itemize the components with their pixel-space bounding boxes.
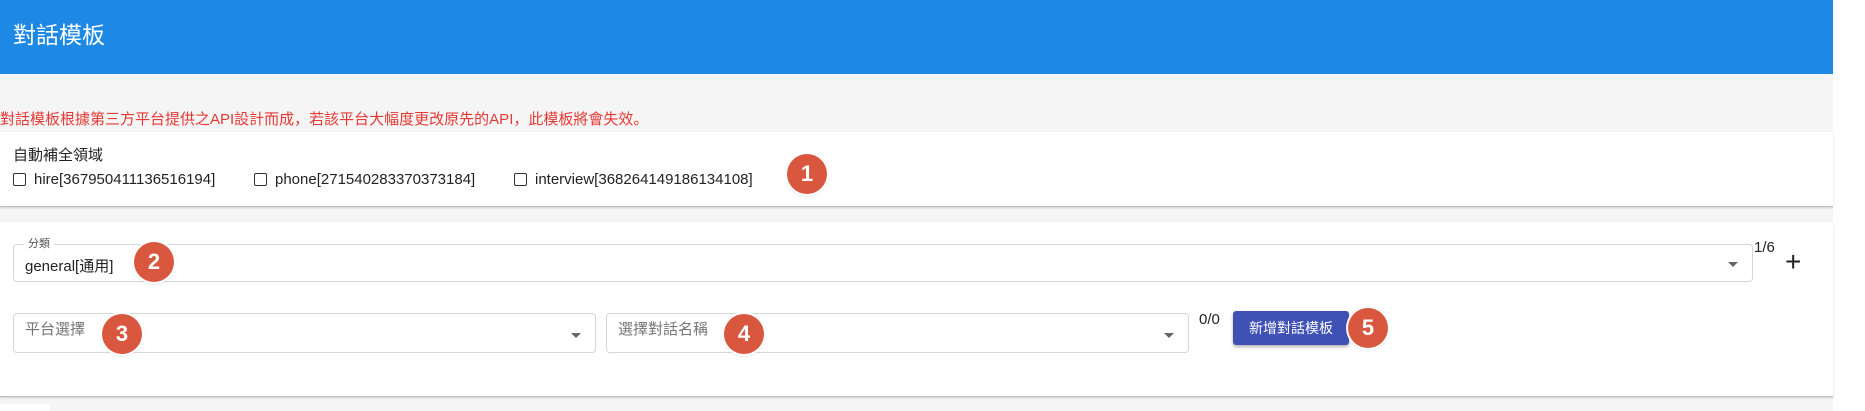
bottom-tab-strip [0,404,50,411]
checkbox-label: interview[368264149186134108] [535,170,753,188]
add-category-button[interactable]: + [1785,248,1801,276]
app-root: 對話模板 對話模板根據第三方平台提供之API設計而成，若該平台大幅度更改原先的A… [0,0,1865,411]
checkbox-icon[interactable] [514,172,527,186]
platform-placeholder: 平台選擇 [25,321,86,338]
category-select[interactable]: 分類 general[通用] [13,237,1753,282]
annotation-badge-2: 2 [134,242,174,282]
chevron-down-icon[interactable] [571,333,581,338]
chevron-down-icon[interactable] [1728,262,1738,267]
page-title: 對話模板 [13,22,105,48]
annotation-badge-5: 5 [1348,308,1388,348]
checkbox-icon[interactable] [13,172,26,186]
dialog-name-counter: 0/0 [1199,311,1220,328]
category-legend: 分類 [24,237,54,251]
dialog-name-placeholder: 選擇對話名稱 [618,321,709,338]
category-value: general[通用] [25,258,114,275]
category-counter: 1/6 [1754,239,1775,256]
dialog-name-select[interactable]: 選擇對話名稱 [606,313,1189,353]
checkbox-phone[interactable]: phone[271540283370373184] [254,169,475,189]
checkbox-interview[interactable]: interview[368264149186134108] [514,169,753,189]
checkbox-label: hire[367950411136516194] [34,170,216,188]
checkbox-icon[interactable] [254,172,267,186]
api-warning-notice: 對話模板根據第三方平台提供之API設計而成，若該平台大幅度更改原先的API，此模… [0,111,649,128]
chevron-down-icon[interactable] [1164,333,1174,338]
platform-select[interactable]: 平台選擇 [13,313,596,353]
annotation-badge-3: 3 [102,314,142,354]
autocomplete-label: 自動補全領域 [13,147,104,164]
checkbox-hire[interactable]: hire[367950411136516194] [13,169,215,189]
add-template-button[interactable]: 新增對話模板 [1233,311,1349,345]
annotation-badge-4: 4 [724,314,764,354]
annotation-badge-1: 1 [787,154,827,194]
checkbox-label: phone[271540283370373184] [275,170,476,188]
app-header: 對話模板 [0,0,1833,74]
